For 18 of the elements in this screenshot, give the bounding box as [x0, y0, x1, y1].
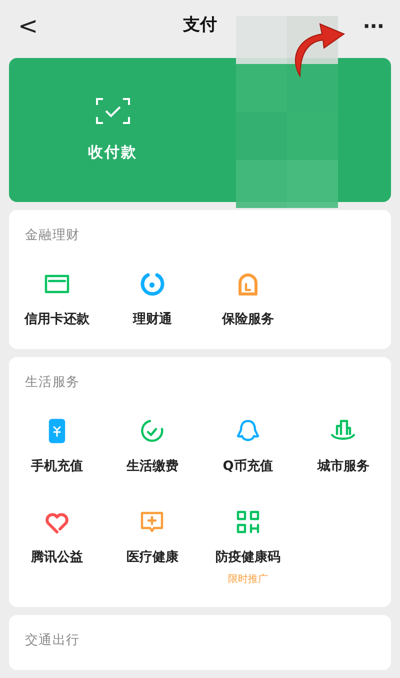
service-item[interactable]: 保险服务	[200, 262, 296, 329]
service-item[interactable]: Q币充值	[200, 408, 296, 476]
more-button[interactable]: ···	[362, 12, 384, 40]
service-item[interactable]: 信用卡还款	[9, 262, 104, 329]
section-title: 金融理财	[25, 227, 81, 245]
service-item[interactable]: 医疗健康	[104, 500, 200, 586]
section-title: 生活服务	[25, 374, 81, 392]
back-button[interactable]: <	[16, 10, 40, 42]
service-item[interactable]: 理财通	[104, 262, 200, 329]
scan-check-icon	[94, 96, 130, 125]
promo-label: 限时推广	[228, 572, 268, 586]
service-item[interactable]: 生活缴费	[104, 408, 200, 476]
service-item[interactable]: 防疫健康码 限时推广	[200, 500, 296, 586]
page-title: 支付	[183, 14, 217, 38]
section-title: 交通出行	[25, 632, 81, 650]
service-item[interactable]: 腾讯公益	[9, 500, 104, 586]
service-item[interactable]: 城市服务	[296, 408, 391, 476]
service-item[interactable]: 手机充值	[9, 408, 104, 476]
